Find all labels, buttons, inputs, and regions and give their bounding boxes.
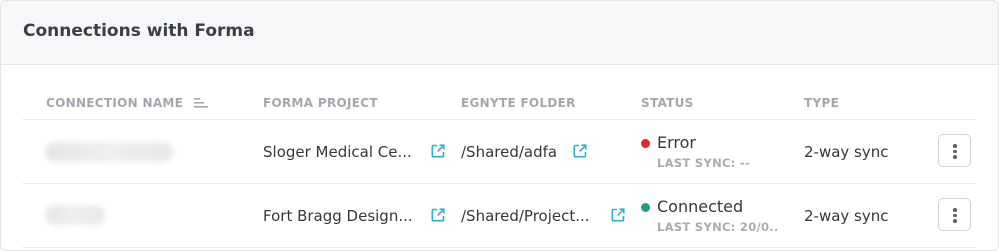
column-header-connection-name[interactable]: CONNECTION NAME <box>46 96 208 110</box>
status-connected-dot <box>641 203 650 212</box>
card-header: Connections with Forma <box>1 1 998 65</box>
column-header-type: TYPE <box>804 96 840 110</box>
sort-lines-icon[interactable] <box>193 98 208 108</box>
status-label: Connected <box>657 197 744 216</box>
last-sync-label: LAST SYNC: 20/0.. <box>657 220 779 234</box>
external-link-icon[interactable] <box>611 208 625 222</box>
row-divider <box>23 247 976 248</box>
column-header-egnyte-folder: EGNYTE FOLDER <box>461 96 576 110</box>
forma-project-link[interactable]: Sloger Medical Ce... <box>263 143 412 161</box>
row-divider <box>23 119 976 120</box>
status-label: Error <box>657 133 696 152</box>
row-menu-button[interactable] <box>938 198 971 231</box>
sync-type: 2-way sync <box>804 207 889 225</box>
row-divider <box>23 183 976 184</box>
egnyte-folder-link[interactable]: /Shared/adfa <box>461 143 557 161</box>
page-title: Connections with Forma <box>23 21 255 41</box>
sync-type: 2-way sync <box>804 143 889 161</box>
connection-name-redacted <box>45 142 173 162</box>
forma-project-link[interactable]: Fort Bragg Design... <box>263 207 413 225</box>
column-header-status: STATUS <box>641 96 694 110</box>
egnyte-folder-link[interactable]: /Shared/Project... <box>461 207 590 225</box>
status-error-dot <box>641 139 650 148</box>
external-link-icon[interactable] <box>431 144 445 158</box>
last-sync-label: LAST SYNC: -- <box>657 156 751 170</box>
external-link-icon[interactable] <box>431 208 445 222</box>
column-header-connection-name-label: CONNECTION NAME <box>46 96 184 110</box>
external-link-icon[interactable] <box>573 144 587 158</box>
connections-card: Connections with Forma CONNECTION NAME F… <box>0 0 999 251</box>
column-header-forma-project: FORMA PROJECT <box>263 96 378 110</box>
connection-name-redacted <box>45 205 105 225</box>
row-menu-button[interactable] <box>938 134 971 167</box>
